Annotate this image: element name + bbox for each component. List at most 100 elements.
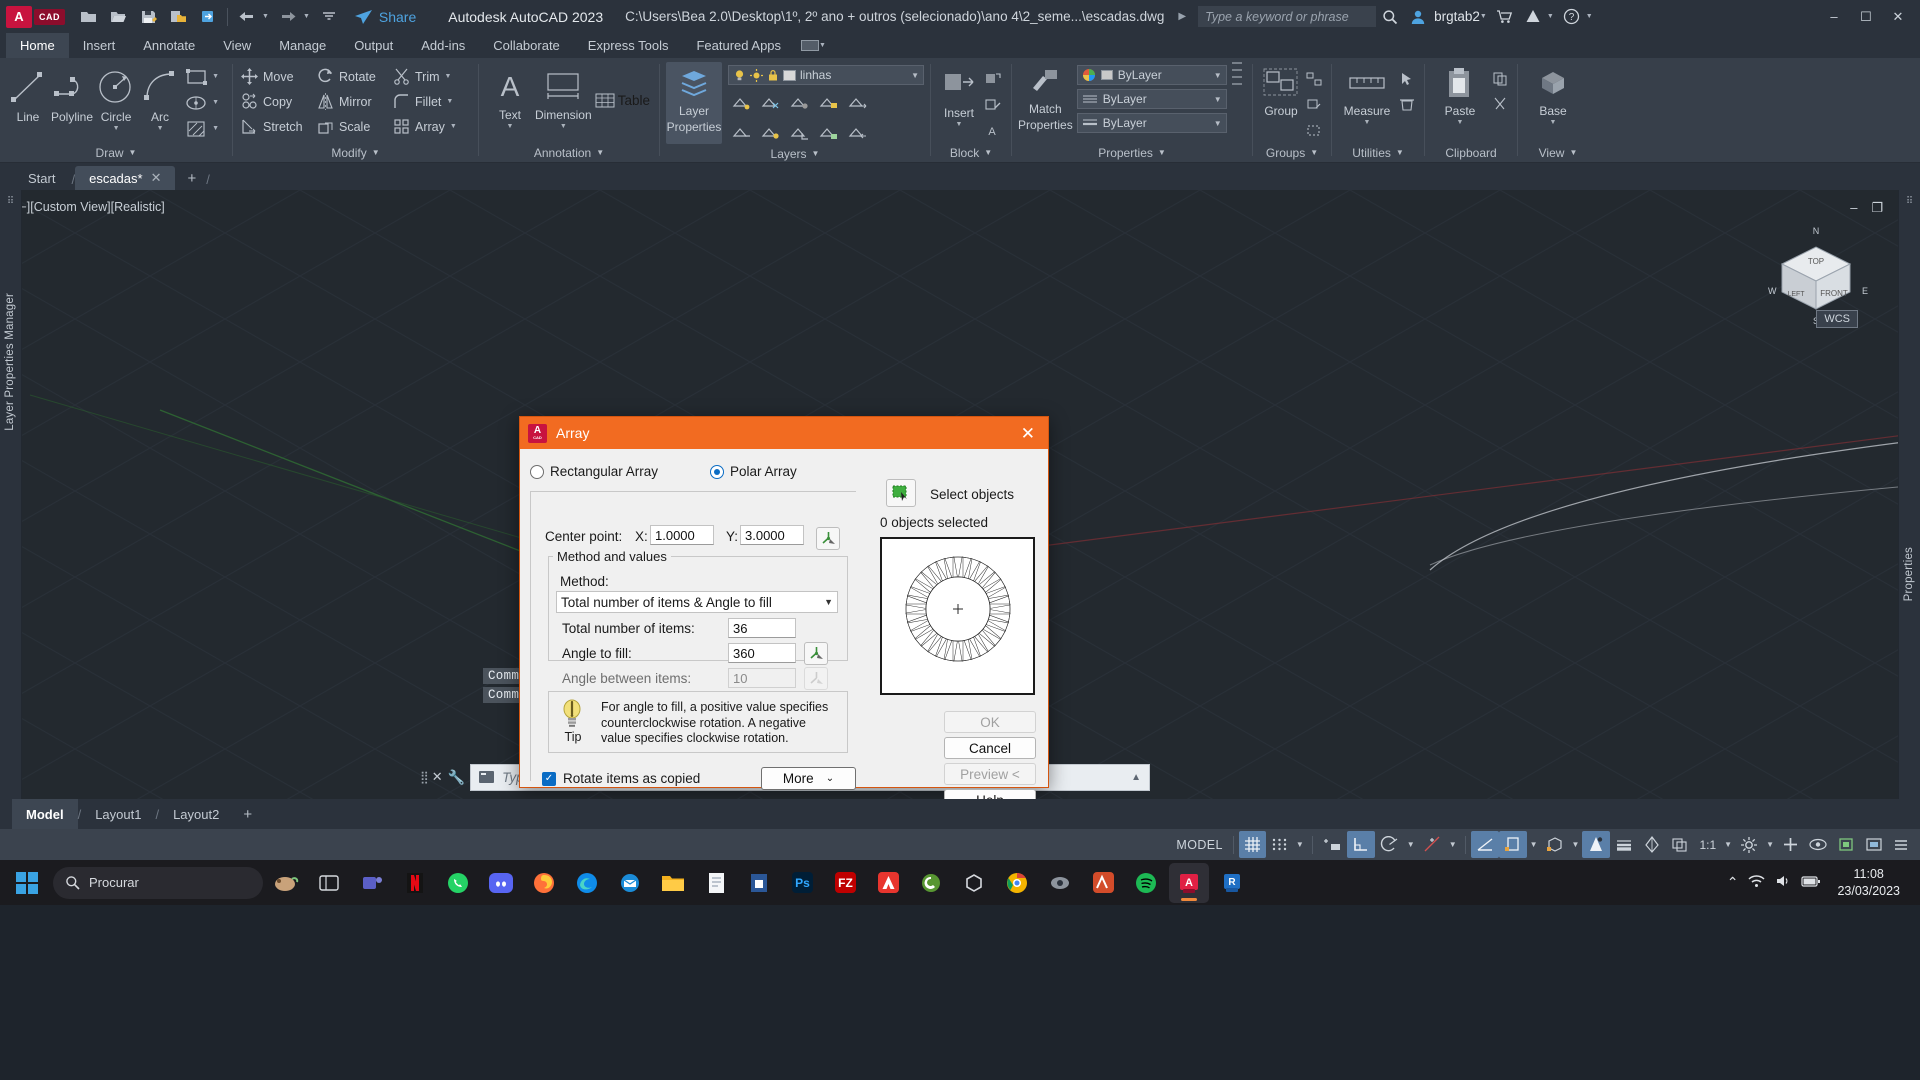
layer-dropdown-icon[interactable]: ▼ xyxy=(911,71,919,80)
copy-clip-icon[interactable] xyxy=(1489,66,1511,91)
current-layer-combo[interactable]: linhas ▼ xyxy=(728,65,924,85)
modify-rotate-button[interactable]: Rotate xyxy=(315,64,389,89)
angle-to-fill-input[interactable] xyxy=(728,643,796,663)
dynamic-ucs-toggle[interactable] xyxy=(1498,831,1527,858)
view-panel-expand-icon[interactable]: ▼ xyxy=(1569,148,1577,157)
path-dropdown-icon[interactable]: ▶ xyxy=(1178,11,1186,22)
layer-properties-manager-panel[interactable]: ⠿ Layer Properties Manager xyxy=(0,190,22,799)
center-y-input[interactable] xyxy=(740,525,804,545)
modify-move-button[interactable]: Move xyxy=(239,64,313,89)
utilities-panel-expand-icon[interactable]: ▼ xyxy=(1396,148,1404,157)
annotation-dimension-button[interactable]: Dimension ▼ xyxy=(535,62,592,130)
properties-panel-expand-icon[interactable]: ▼ xyxy=(1158,148,1166,157)
snap-dropdown-icon[interactable]: ▼ xyxy=(1293,840,1307,849)
draw-circle-button[interactable]: Circle ▼ xyxy=(94,62,138,132)
lineweight-dropdown-icon[interactable]: ▼ xyxy=(1214,119,1222,128)
ribbon-panel-utilities-title[interactable]: Utilities ▼ xyxy=(1332,143,1424,162)
modify-panel-expand-icon[interactable]: ▼ xyxy=(372,148,380,157)
ribbon-tab-annotate[interactable]: Annotate xyxy=(129,33,209,58)
help-button[interactable]: Help xyxy=(944,789,1036,799)
draw-hatch-button[interactable]: ▼ xyxy=(182,116,226,141)
ribbon-panel-groups-title[interactable]: Groups ▼ xyxy=(1253,143,1331,162)
user-dropdown-icon[interactable]: ▼ xyxy=(1476,13,1491,20)
draw-rectangle-dropdown-icon[interactable]: ▼ xyxy=(208,73,223,80)
layer-isolate-icon[interactable] xyxy=(728,90,754,115)
modify-trim-dropdown-icon[interactable]: ▼ xyxy=(441,73,456,80)
adobe-icon[interactable] xyxy=(868,863,908,903)
array-dialog-close-button[interactable]: ✕ xyxy=(1016,425,1040,442)
avatar[interactable] xyxy=(1404,4,1432,30)
ribbon-panel-modify-title[interactable]: Modify ▼ xyxy=(233,143,478,162)
group-edit-icon[interactable] xyxy=(1303,92,1325,117)
edge-icon[interactable] xyxy=(567,863,607,903)
autocad-icon[interactable]: A xyxy=(1169,862,1209,903)
command-grip-icon[interactable]: ⣿ xyxy=(420,770,429,784)
linetype-combo[interactable]: ByLayer ▼ xyxy=(1076,89,1227,109)
draw-arc-dropdown-icon[interactable]: ▼ xyxy=(157,125,164,132)
layer-properties-button[interactable]: Layer Properties xyxy=(666,62,722,144)
rectangular-array-radio[interactable]: Rectangular Array xyxy=(530,464,658,479)
plot-icon[interactable] xyxy=(193,3,223,31)
draw-arc-button[interactable]: Arc ▼ xyxy=(138,62,182,132)
ducs-dropdown-icon[interactable]: ▼ xyxy=(1527,840,1541,849)
cart-icon[interactable] xyxy=(1491,4,1519,30)
ribbon-panel-view-title[interactable]: View ▼ xyxy=(1518,143,1598,162)
ribbon-panel-properties-title[interactable]: Properties ▼ xyxy=(1012,143,1252,162)
panel-grip-icon-right[interactable]: ⠿ xyxy=(1899,190,1920,207)
share-button[interactable]: Share xyxy=(344,9,426,25)
block-insert-button[interactable]: Insert ▼ xyxy=(937,62,981,128)
draw-hatch-dropdown-icon[interactable]: ▼ xyxy=(208,125,223,132)
modify-stretch-button[interactable]: Stretch xyxy=(239,114,313,139)
new-file-icon[interactable] xyxy=(73,3,103,31)
select-objects-button[interactable] xyxy=(886,479,916,507)
paste-dropdown-icon[interactable]: ▼ xyxy=(1457,119,1464,126)
draw-circle-dropdown-icon[interactable]: ▼ xyxy=(113,125,120,132)
block-edit-icon[interactable] xyxy=(981,92,1005,117)
file-explorer-icon[interactable] xyxy=(653,863,693,903)
workspace-dropdown-icon[interactable]: ▼ xyxy=(1763,840,1777,849)
file-tab-escadas[interactable]: escadas* ✕ xyxy=(75,166,176,190)
draw-ellipse-dropdown-icon[interactable]: ▼ xyxy=(208,99,223,106)
volume-icon[interactable] xyxy=(1775,874,1791,891)
ribbon-tab-collaborate[interactable]: Collaborate xyxy=(479,33,574,58)
viewport-maximize-icon[interactable]: ❐ xyxy=(1871,200,1883,216)
polar-dropdown-icon[interactable]: ▼ xyxy=(1404,840,1418,849)
chevron-down-icon[interactable]: ▼ xyxy=(824,597,833,607)
copilot-icon[interactable] xyxy=(266,863,306,903)
isolate-objects-icon[interactable] xyxy=(1804,831,1832,858)
revit-icon[interactable]: R xyxy=(1212,863,1252,903)
photoshop-icon[interactable]: Ps xyxy=(782,863,822,903)
modify-array-button[interactable]: Array ▼ xyxy=(391,114,467,139)
draw-panel-expand-icon[interactable]: ▼ xyxy=(129,148,137,157)
wcs-label[interactable]: WCS xyxy=(1816,310,1858,328)
array-dialog[interactable]: A CAD Array ✕ Rectangular Array Polar Arr… xyxy=(519,416,1049,799)
properties-list-icon[interactable] xyxy=(1227,61,1247,89)
taskbar-clock[interactable]: 11:08 23/03/2023 xyxy=(1831,866,1906,900)
modify-trim-button[interactable]: Trim ▼ xyxy=(391,64,461,89)
draw-line-button[interactable]: Line xyxy=(6,62,50,124)
polar-array-radio[interactable]: Polar Array xyxy=(710,464,797,479)
app-dropdown-icon[interactable]: ▼ xyxy=(1543,13,1558,20)
ribbon-panel-layers-title[interactable]: Layers ▼ xyxy=(660,145,930,162)
spotify-icon[interactable] xyxy=(1126,863,1166,903)
mail-icon[interactable] xyxy=(610,863,650,903)
object-snap-tracking-toggle[interactable] xyxy=(1418,831,1446,858)
illustrator-icon[interactable] xyxy=(1083,863,1123,903)
draw-polyline-button[interactable]: Polyline xyxy=(50,62,94,124)
filezilla-icon[interactable]: FZ xyxy=(825,863,865,903)
base-view-dropdown-icon[interactable]: ▼ xyxy=(1550,119,1557,126)
firefox-icon[interactable] xyxy=(524,863,564,903)
viewport-minimize-icon[interactable]: – xyxy=(1850,200,1857,216)
cut-clip-icon[interactable] xyxy=(1489,92,1511,117)
hardware-acceleration-icon[interactable] xyxy=(1832,831,1860,858)
new-tab-button[interactable]: + xyxy=(177,166,206,190)
block-panel-expand-icon[interactable]: ▼ xyxy=(984,148,992,157)
maximize-button[interactable]: ☐ xyxy=(1850,2,1882,32)
selection-cycling-toggle[interactable] xyxy=(1666,831,1694,858)
start-button[interactable] xyxy=(8,864,46,902)
command-close-icon[interactable]: ✕ xyxy=(432,769,443,785)
ribbon-tab-featured-apps[interactable]: Featured Apps xyxy=(682,33,795,58)
ribbon-tab-manage[interactable]: Manage xyxy=(265,33,340,58)
annotation-scale-label[interactable]: 1:1 xyxy=(1694,831,1721,858)
grid-display-toggle[interactable] xyxy=(1238,831,1266,858)
